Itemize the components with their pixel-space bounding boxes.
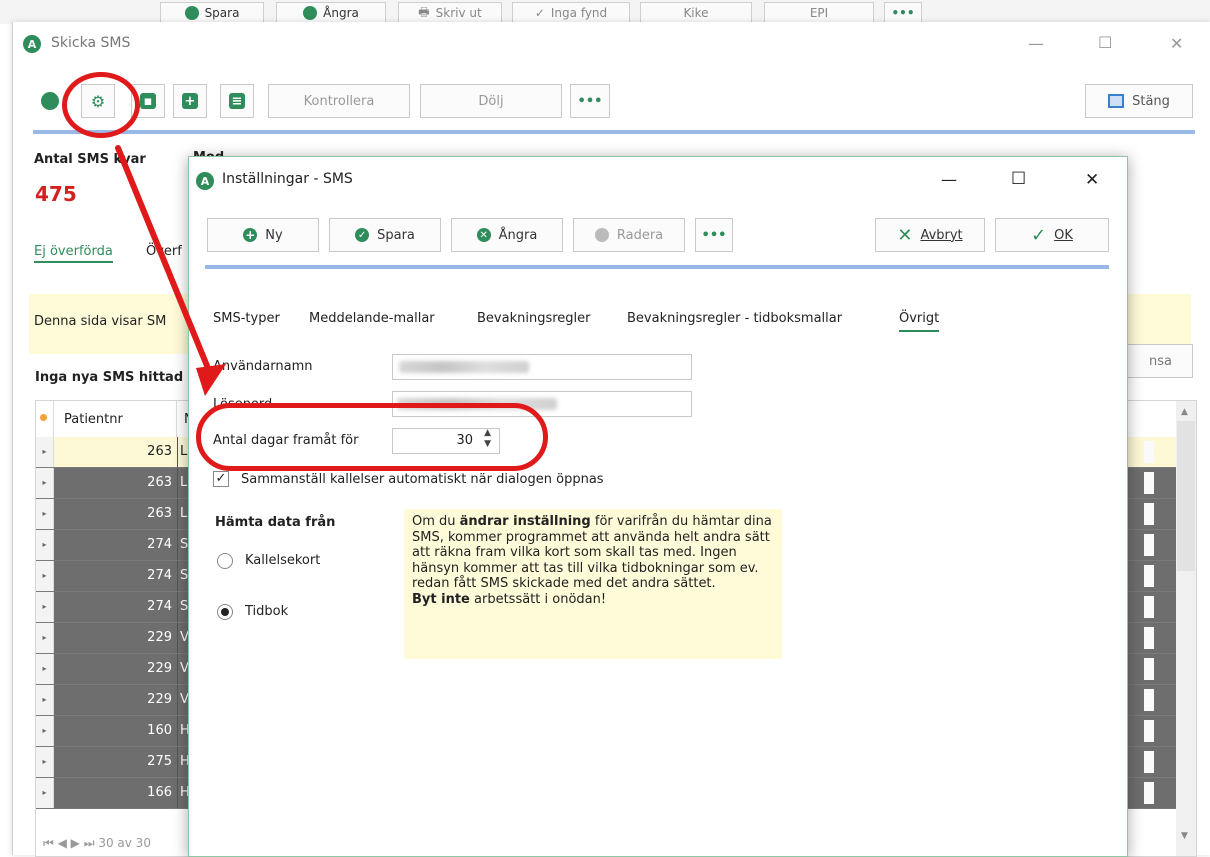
annotation-circle-days-ahead xyxy=(196,403,548,471)
annotation-arrow xyxy=(115,145,226,396)
